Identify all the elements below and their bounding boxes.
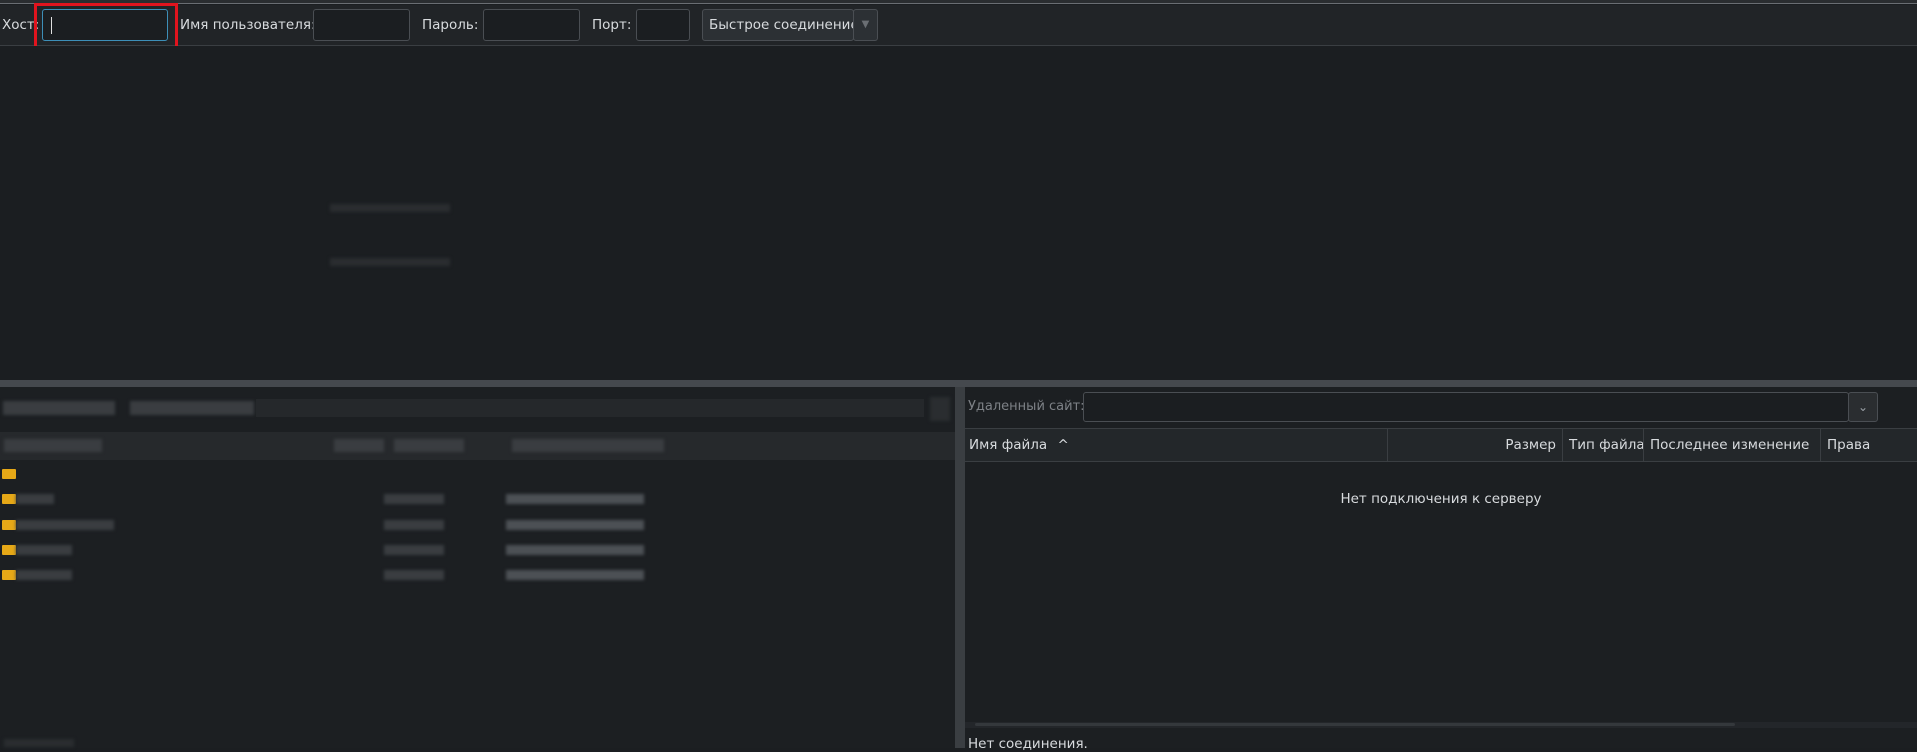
faded-log-text xyxy=(330,258,450,266)
blurred-file-name xyxy=(16,545,72,555)
blurred-modified-date xyxy=(506,520,644,530)
column-header-modified[interactable]: Последнее изменение xyxy=(1643,429,1820,461)
horizontal-splitter[interactable] xyxy=(0,380,1917,387)
column-header-size[interactable]: Размер xyxy=(1387,429,1562,461)
password-input[interactable] xyxy=(483,9,580,41)
chevron-down-icon: ⌄ xyxy=(1857,400,1869,414)
folder-icon xyxy=(2,494,16,504)
blurred-file-name xyxy=(16,494,54,504)
blurred-file-type xyxy=(384,570,444,580)
blurred-modified-date xyxy=(506,545,644,555)
local-path-input[interactable] xyxy=(256,399,924,417)
quickconnect-button[interactable]: Быстрое соединение xyxy=(702,9,859,41)
quickconnect-history-dropdown[interactable]: ▼ xyxy=(853,9,878,41)
quickconnect-bar: Хост: Имя пользователя: Пароль: Порт: Бы… xyxy=(0,5,1917,46)
host-input-highlight xyxy=(34,3,178,52)
local-site-pane xyxy=(0,387,955,748)
remote-status-text: Нет соединения. xyxy=(968,736,1088,752)
chevron-down-icon: ▼ xyxy=(861,19,870,30)
blurred-file-type xyxy=(384,520,444,530)
username-label: Имя пользователя: xyxy=(180,17,316,33)
blurred-local-path-label xyxy=(3,401,115,415)
blurred-file-type xyxy=(384,545,444,555)
column-label: Имя файла xyxy=(969,437,1048,453)
window-top-edge xyxy=(0,0,1917,4)
blurred-local-status xyxy=(4,739,74,747)
column-header-permissions[interactable]: Права xyxy=(1820,429,1917,461)
remote-site-pane: Удаленный сайт: ⌄ Имя файла ^ Размер Тип… xyxy=(965,387,1917,752)
local-path-dropdown[interactable] xyxy=(930,397,950,421)
blurred-column-header xyxy=(334,439,384,452)
message-log xyxy=(0,46,1917,380)
port-label: Порт: xyxy=(592,17,632,33)
blurred-file-name xyxy=(16,520,114,530)
blurred-modified-date xyxy=(506,494,644,504)
column-header-filename[interactable]: Имя файла ^ xyxy=(969,429,1389,461)
blurred-local-path xyxy=(130,401,254,415)
username-input[interactable] xyxy=(313,9,410,41)
folder-icon xyxy=(2,520,16,530)
port-input[interactable] xyxy=(636,9,690,41)
remote-file-header: Имя файла ^ Размер Тип файла Последнее и… xyxy=(965,428,1917,462)
blurred-column-header xyxy=(512,439,664,452)
empty-list-message: Нет подключения к серверу xyxy=(1340,491,1542,507)
vertical-splitter[interactable] xyxy=(955,387,965,748)
remote-path-dropdown[interactable]: ⌄ xyxy=(1848,392,1878,422)
blurred-column-header xyxy=(394,439,464,452)
horizontal-scrollbar[interactable] xyxy=(965,722,1917,728)
remote-path-input[interactable] xyxy=(1083,392,1849,422)
folder-icon xyxy=(2,545,16,555)
scrollbar-thumb[interactable] xyxy=(975,723,1735,726)
blurred-modified-date xyxy=(506,570,644,580)
column-header-filetype[interactable]: Тип файла xyxy=(1562,429,1645,461)
local-file-header xyxy=(0,432,955,460)
folder-icon xyxy=(2,469,16,479)
folder-icon xyxy=(2,570,16,580)
password-label: Пароль: xyxy=(422,17,479,33)
faded-log-text xyxy=(330,204,450,212)
blurred-file-name xyxy=(16,570,72,580)
sort-ascending-icon: ^ xyxy=(1057,437,1069,453)
remote-site-label: Удаленный сайт: xyxy=(968,399,1085,414)
blurred-file-type xyxy=(384,494,444,504)
blurred-column-header xyxy=(4,439,102,452)
